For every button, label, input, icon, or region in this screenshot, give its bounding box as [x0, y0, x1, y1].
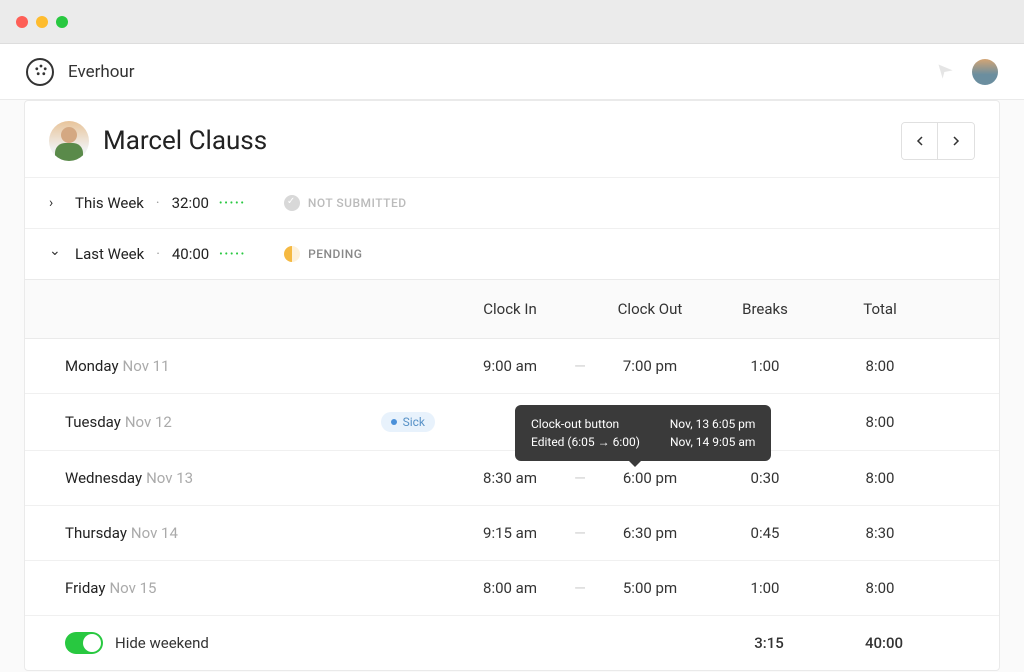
tooltip-timestamp: Nov, 13 6:05 pm	[670, 415, 756, 433]
table-row[interactable]: Clock-out button Nov, 13 6:05 pm Edited …	[25, 451, 999, 506]
breaks-value: 0:30	[705, 469, 825, 487]
edit-history-tooltip: Clock-out button Nov, 13 6:05 pm Edited …	[515, 405, 771, 461]
card-header: Marcel Clauss	[25, 101, 999, 177]
week-hours: 40:00	[172, 245, 209, 263]
total-value: 8:00	[825, 469, 935, 487]
traffic-maximize-button[interactable]	[56, 16, 68, 28]
status-text: PENDING	[308, 247, 362, 261]
timesheet-card: Marcel Clauss › This Week · 32:00 ••••• …	[24, 100, 1000, 671]
tooltip-timestamp: Nov, 14 9:05 am	[670, 433, 755, 451]
sick-dot-icon	[391, 419, 397, 425]
day-name: Monday	[65, 357, 119, 375]
breaks-value: 1:00	[705, 579, 825, 597]
clockout-value: 6:30 pm	[595, 524, 705, 542]
chevron-down-icon: ⌄	[49, 243, 61, 259]
activity-dots-icon: •••••	[219, 249, 246, 260]
tooltip-event: Clock-out button	[531, 415, 619, 433]
day-date: Nov 12	[125, 413, 172, 431]
col-header-breaks: Breaks	[705, 300, 825, 318]
grand-total: 40:00	[829, 634, 939, 652]
prev-week-button[interactable]	[902, 123, 938, 159]
tooltip-event: Edited (6:05 → 6:00)	[531, 433, 640, 451]
breaks-value: 1:00	[705, 357, 825, 375]
notification-icon[interactable]	[936, 62, 956, 82]
week-label: This Week	[75, 194, 144, 212]
week-hours: 32:00	[172, 194, 209, 212]
content-area: Marcel Clauss › This Week · 32:00 ••••• …	[0, 100, 1024, 672]
user-avatar-menu[interactable]	[972, 59, 998, 85]
status-container: NOT SUBMITTED	[284, 195, 407, 211]
app-title: Everhour	[68, 62, 135, 82]
dash-separator: —	[565, 357, 595, 375]
clockin-value: 8:00 am	[455, 579, 565, 597]
this-week-summary[interactable]: › This Week · 32:00 ••••• NOT SUBMITTED	[25, 177, 999, 228]
total-value: 8:00	[825, 413, 935, 431]
traffic-minimize-button[interactable]	[36, 16, 48, 28]
activity-dots-icon: •••••	[219, 198, 246, 209]
app-logo-icon	[26, 58, 54, 86]
breaks-total: 3:15	[709, 634, 829, 652]
week-nav-buttons	[901, 122, 975, 160]
clockin-value: 9:15 am	[455, 524, 565, 542]
col-header-clockout: Clock Out	[595, 300, 705, 318]
table-header: Clock In Clock Out Breaks Total	[25, 280, 999, 339]
total-value: 8:00	[825, 579, 935, 597]
chevron-right-icon: ›	[49, 195, 61, 211]
hide-weekend-label: Hide weekend	[115, 634, 209, 652]
dash-separator: —	[565, 469, 595, 487]
table-row[interactable]: Thursday Nov 14 9:15 am — 6:30 pm 0:45 8…	[25, 506, 999, 561]
breaks-value: 0:45	[705, 524, 825, 542]
day-name: Wednesday	[65, 469, 142, 487]
week-label: Last Week	[75, 245, 144, 263]
clockin-value: 8:30 am	[455, 469, 565, 487]
dash-separator: —	[565, 579, 595, 597]
last-week-summary[interactable]: ⌄ Last Week · 40:00 ••••• PENDING	[25, 228, 999, 279]
table-row[interactable]: Tuesday Nov 12 Sick 8:00	[25, 394, 999, 451]
user-name: Marcel Clauss	[103, 126, 901, 156]
status-container: PENDING	[284, 246, 362, 262]
table-row[interactable]: Friday Nov 15 8:00 am — 5:00 pm 1:00 8:0…	[25, 561, 999, 616]
user-avatar	[49, 121, 89, 161]
day-date: Nov 13	[146, 469, 193, 487]
browser-chrome	[0, 0, 1024, 44]
clockout-value: 7:00 pm	[595, 357, 705, 375]
timesheet-table: Clock In Clock Out Breaks Total Monday N…	[25, 279, 999, 670]
day-date: Nov 14	[131, 524, 178, 542]
clockout-value: 5:00 pm	[595, 579, 705, 597]
total-value: 8:00	[825, 357, 935, 375]
col-header-clockin: Clock In	[455, 300, 565, 318]
app-header: Everhour	[0, 44, 1024, 100]
clockin-value: 9:00 am	[455, 357, 565, 375]
check-circle-icon	[284, 195, 300, 211]
day-name: Friday	[65, 579, 105, 597]
table-row[interactable]: Monday Nov 11 9:00 am — 7:00 pm 1:00 8:0…	[25, 339, 999, 394]
status-text: NOT SUBMITTED	[308, 196, 407, 210]
total-value: 8:30	[825, 524, 935, 542]
dot-separator: ·	[156, 195, 160, 211]
traffic-close-button[interactable]	[16, 16, 28, 28]
dot-separator: ·	[156, 246, 160, 262]
hide-weekend-toggle[interactable]	[65, 632, 103, 654]
col-header-total: Total	[825, 300, 935, 318]
pending-icon	[284, 246, 300, 262]
day-date: Nov 15	[109, 579, 156, 597]
day-name: Tuesday	[65, 413, 121, 431]
dash-separator: —	[565, 524, 595, 542]
day-date: Nov 11	[123, 357, 170, 375]
table-footer: Hide weekend 3:15 40:00	[25, 616, 999, 670]
clockout-value: 6:00 pm	[595, 469, 705, 487]
sick-badge: Sick	[381, 412, 435, 432]
next-week-button[interactable]	[938, 123, 974, 159]
day-name: Thursday	[65, 524, 127, 542]
badge-label: Sick	[403, 415, 425, 429]
traffic-lights	[16, 16, 68, 28]
